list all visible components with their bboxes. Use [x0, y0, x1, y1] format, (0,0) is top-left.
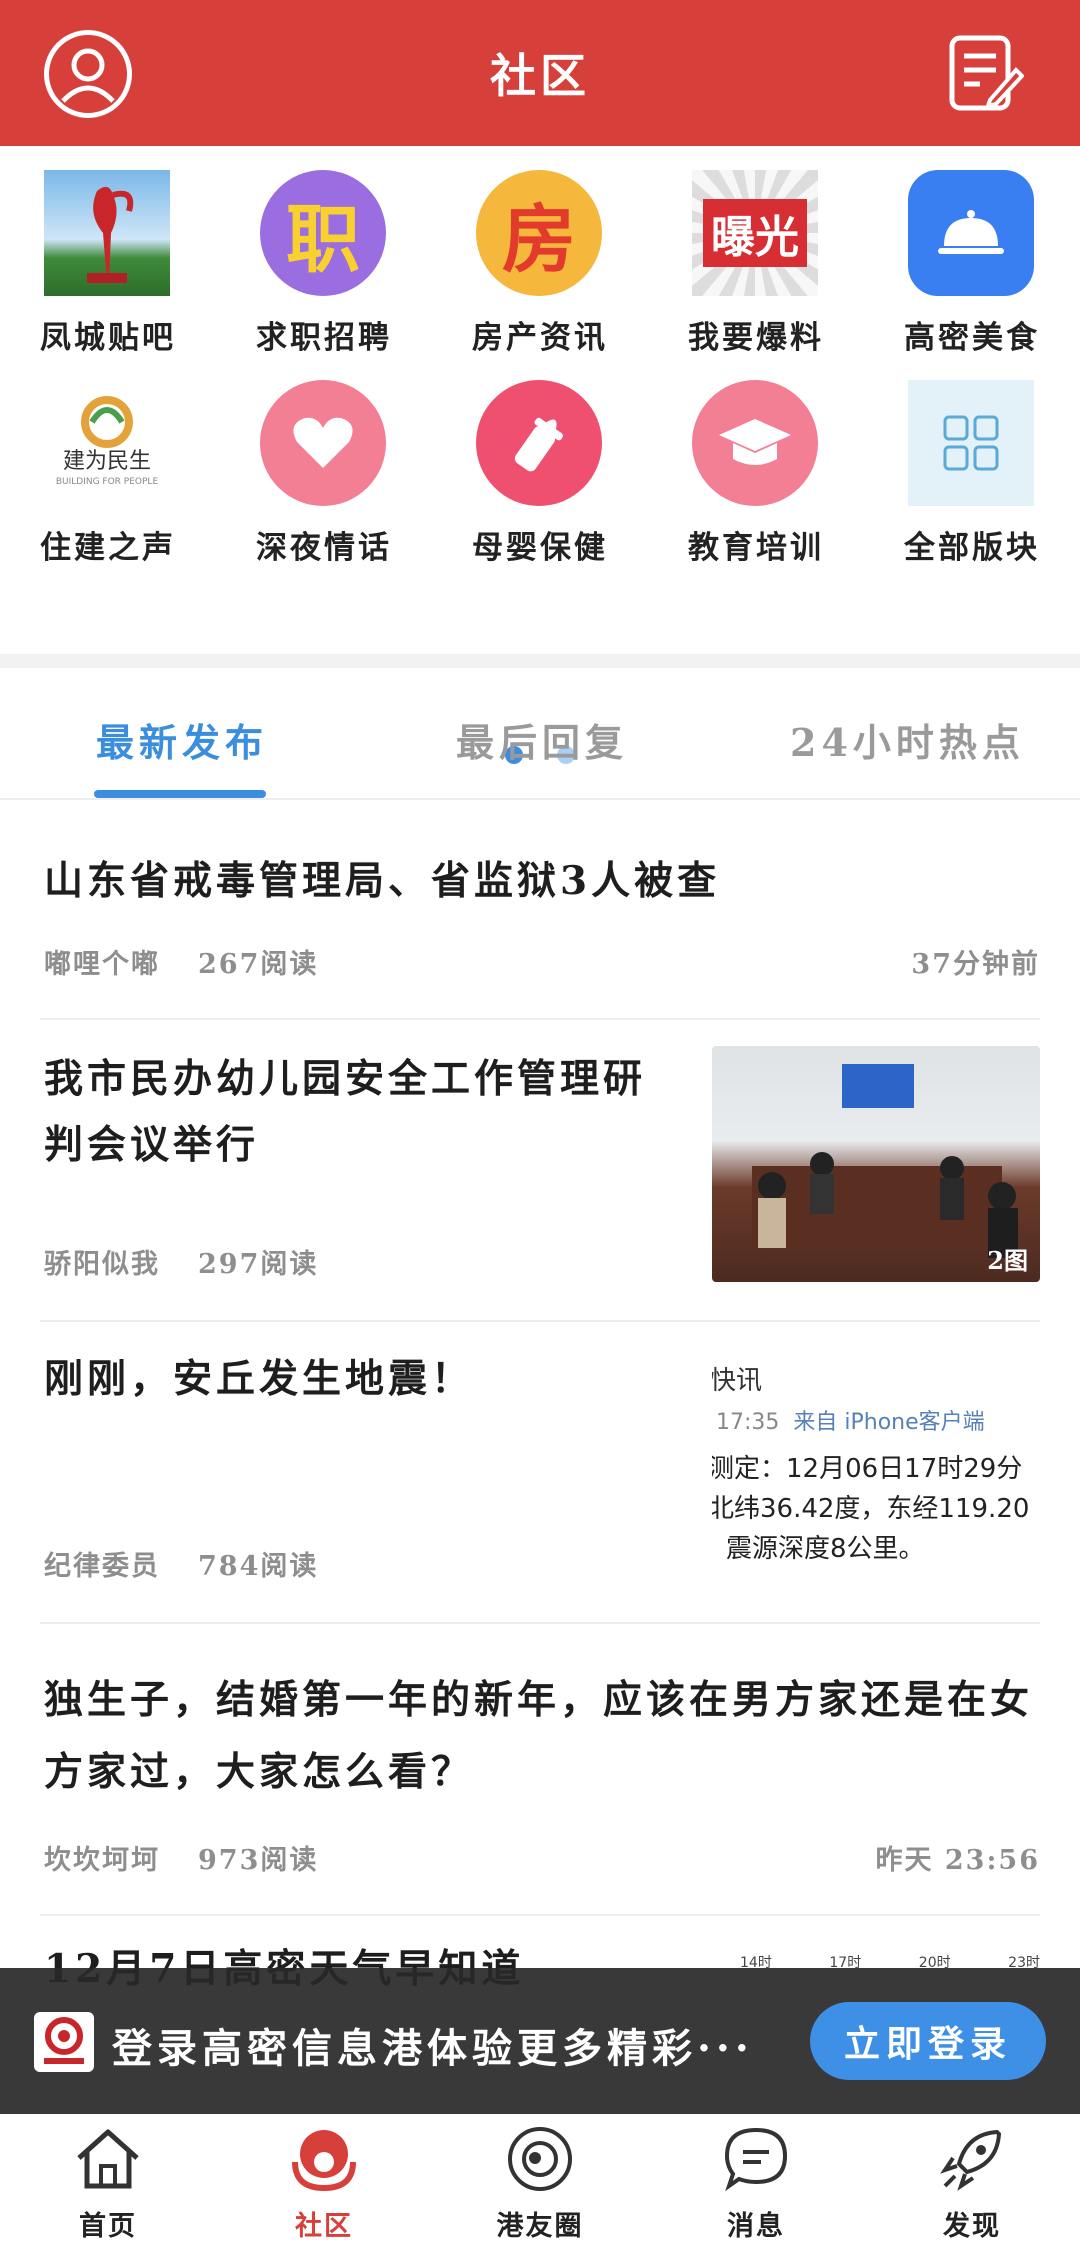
nav-messages[interactable]: 消息 — [648, 2114, 864, 2247]
category-night-talk[interactable]: 深夜情话 — [216, 356, 432, 566]
feed-item[interactable]: 山东省戒毒管理局、省监狱3人被查 嘟哩个嘟 267阅读 37分钟前 — [40, 800, 1040, 1020]
login-prompt: 登录高密信息港体验更多精彩··· — [112, 2025, 754, 2072]
section-divider — [0, 654, 1080, 668]
post-thumbnail: 2图 — [712, 1046, 1040, 1282]
post-time: 昨天 23:56 — [875, 1845, 1040, 1876]
post-reads: 267阅读 — [198, 949, 319, 980]
category-education[interactable]: 教育培训 — [648, 356, 864, 566]
app-logo-icon — [34, 2012, 94, 2072]
svg-text:BUILDING FOR PEOPLE: BUILDING FOR PEOPLE — [56, 477, 159, 487]
nav-label: 社区 — [295, 2211, 353, 2242]
tab-latest[interactable]: 最新发布 — [96, 712, 268, 767]
category-job[interactable]: 职 求职招聘 — [216, 146, 432, 356]
category-label: 我要爆料 — [688, 320, 824, 356]
category-all-boards[interactable]: 全部版块 — [864, 356, 1080, 566]
post-reads: 973阅读 — [198, 1845, 319, 1876]
login-button[interactable]: 立即登录 — [810, 2002, 1046, 2080]
post-meta: 坎坎坷坷 973阅读 — [44, 1838, 318, 1877]
construction-logo-icon: 建为民生 BUILDING FOR PEOPLE — [44, 380, 170, 506]
grid-icon — [908, 380, 1034, 506]
compose-post-icon[interactable] — [948, 34, 1025, 114]
rocket-icon — [940, 2129, 1002, 2191]
post-author: 骄阳似我 — [44, 1249, 160, 1280]
thumb-text: 快讯 — [712, 1366, 763, 1396]
community-icon — [292, 2130, 356, 2192]
nav-label: 首页 — [79, 2211, 137, 2242]
nav-label: 消息 — [727, 2211, 785, 2242]
category-label: 高密美食 — [904, 320, 1040, 356]
feed-item[interactable]: 我市民办幼儿园安全工作管理研判会议举行 骄阳似我 297阅读 2图 — [40, 1020, 1040, 1322]
category-maternal-health[interactable]: 母婴保健 — [432, 356, 648, 566]
category-label: 求职招聘 — [256, 320, 392, 356]
nav-friends-circle[interactable]: 港友圈 — [432, 2114, 648, 2247]
post-author: 嘟哩个嘟 — [44, 949, 160, 980]
nav-community[interactable]: 社区 — [216, 2114, 432, 2247]
exposure-icon: 曝光 — [692, 170, 818, 296]
feed-item[interactable]: 刚刚，安丘发生地震！ 纪律委员 784阅读 快讯 17:35 来自 iPhone客… — [40, 1322, 1040, 1624]
app-header: 社区 — [0, 0, 1080, 146]
post-title: 山东省戒毒管理局、省监狱3人被查 — [44, 858, 721, 904]
post-title: 我市民办幼儿园安全工作管理研判会议举行 — [44, 1056, 647, 1168]
post-title: 刚刚，安丘发生地震！ — [44, 1356, 475, 1402]
home-icon — [77, 2129, 139, 2189]
nav-label: 发现 — [943, 2211, 1001, 2242]
category-label: 全部版块 — [904, 530, 1040, 566]
post-reads: 297阅读 — [198, 1249, 319, 1280]
food-cloche-icon — [908, 170, 1034, 296]
category-food[interactable]: 高密美食 — [864, 146, 1080, 356]
category-exposure[interactable]: 曝光 我要爆料 — [648, 146, 864, 356]
login-banner: 登录高密信息港体验更多精彩··· 立即登录 — [0, 1968, 1080, 2114]
category-label: 深夜情话 — [256, 530, 392, 566]
category-fengcheng-tieba[interactable]: 凤城贴吧 — [0, 146, 216, 356]
phoenix-statue-icon — [44, 170, 170, 296]
post-author: 坎坎坷坷 — [44, 1845, 160, 1876]
nav-discover[interactable]: 发现 — [864, 2114, 1080, 2247]
page-title: 社区 — [490, 49, 590, 103]
image-count-badge: 2图 — [987, 1246, 1028, 1275]
category-label: 教育培训 — [688, 530, 824, 566]
baby-bottle-icon — [476, 380, 602, 506]
thumb-text: 震源深度8公里。 — [726, 1534, 925, 1564]
svg-text:建为民生: 建为民生 — [63, 449, 151, 474]
post-meta: 骄阳似我 297阅读 — [44, 1242, 318, 1281]
nav-label: 港友圈 — [496, 2211, 584, 2242]
category-label: 房产资讯 — [472, 320, 608, 356]
category-label: 母婴保健 — [472, 530, 608, 566]
post-meta: 嘟哩个嘟 267阅读 — [44, 942, 318, 981]
category-realestate[interactable]: 房 房产资讯 — [432, 146, 648, 356]
tab-24h-hot[interactable]: 24小时热点 — [790, 712, 1025, 767]
thumb-text: 17:35 来自 iPhone客户端 — [716, 1410, 985, 1435]
category-grid: 凤城贴吧 职 求职招聘 房 房产资讯 曝光 我要爆料 高密美食 建为民生 BUI… — [0, 146, 1080, 764]
post-thumbnail: 快讯 17:35 来自 iPhone客户端 测定：12月06日17时29分 北纬… — [712, 1348, 1040, 1584]
message-icon — [724, 2127, 788, 2192]
house-icon: 房 — [476, 170, 602, 296]
job-icon: 职 — [260, 170, 386, 296]
active-tab-indicator — [94, 790, 266, 798]
nav-home[interactable]: 首页 — [0, 2114, 216, 2247]
post-meta: 纪律委员 784阅读 — [44, 1544, 318, 1583]
feed-tabs: 最新发布 最后回复 24小时热点 — [0, 668, 1080, 800]
post-time: 37分钟前 — [911, 949, 1040, 980]
feed-item[interactable]: 独生子，结婚第一年的新年，应该在男方家还是在女方家过，大家怎么看？ 坎坎坷坷 97… — [40, 1624, 1040, 1916]
category-label: 凤城贴吧 — [40, 320, 176, 356]
feed-item[interactable]: 12月7日高密天气早知道 14时17时20时23时 — [40, 1916, 1040, 1992]
category-label: 住建之声 — [40, 530, 176, 566]
bottom-nav: 首页 社区 港友圈 消息 发现 — [0, 2114, 1080, 2247]
thumb-text: 测定：12月06日17时29分 — [712, 1454, 1023, 1484]
post-reads: 784阅读 — [198, 1551, 319, 1582]
circle-icon — [508, 2127, 572, 2191]
post-author: 纪律委员 — [44, 1551, 160, 1582]
post-title: 独生子，结婚第一年的新年，应该在男方家还是在女方家过，大家怎么看？ — [44, 1677, 1034, 1795]
heart-icon — [260, 380, 386, 506]
category-housing-construction[interactable]: 建为民生 BUILDING FOR PEOPLE 住建之声 — [0, 356, 216, 566]
tab-last-reply[interactable]: 最后回复 — [456, 712, 628, 767]
thumb-text: 北纬36.42度，东经119.20 — [712, 1494, 1030, 1524]
graduation-cap-icon — [692, 380, 818, 506]
